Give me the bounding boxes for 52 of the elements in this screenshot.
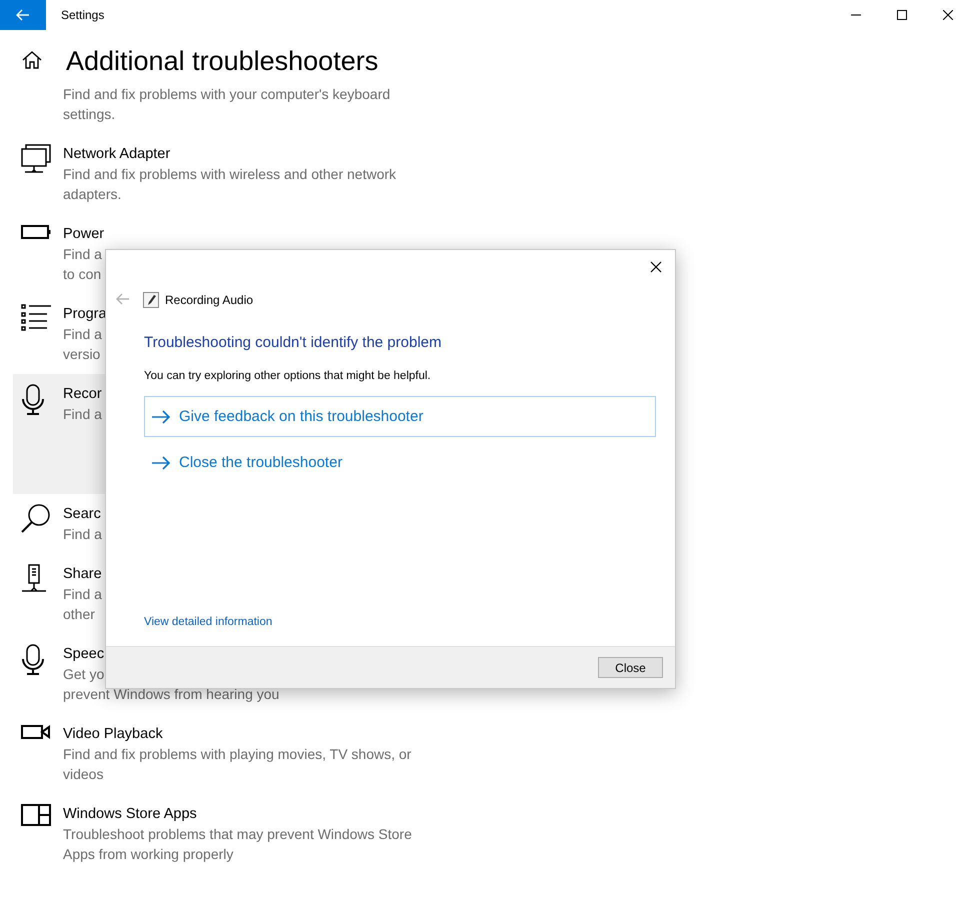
troubleshooter-title[interactable]: Video Playback [63,724,412,744]
troubleshooter-title[interactable]: Recor [63,384,102,404]
network-computers-icon [21,144,51,174]
battery-icon [21,224,51,240]
troubleshooter-description: adapters. [63,185,122,204]
dialog-title: Recording Audio [165,293,254,307]
back-arrow-icon [116,293,130,305]
window-title: Settings [61,8,106,22]
dialog-message: You can try exploring other options that might be helpful. [144,370,432,382]
troubleshooter-title[interactable]: Network Adapter [63,144,396,164]
troubleshooter-title[interactable]: Progra [63,304,107,324]
list-icon [21,304,51,332]
arrow-right-icon [151,456,171,470]
microphone-icon [21,384,45,416]
maximize-icon [897,10,907,20]
option-link[interactable]: Give feedback on this troubleshooter [144,396,656,437]
troubleshooter-title[interactable]: Windows Store Apps [63,804,412,824]
search-icon [21,504,51,534]
troubleshooter-title[interactable]: Searc [63,504,102,524]
close-icon [650,261,662,273]
troubleshooter-description: Troubleshoot problems that may prevent Windows Store [63,825,412,844]
microphone-icon [21,644,45,676]
troubleshooter-description: other [63,605,96,624]
troubleshooter-description: videos [63,765,104,784]
troubleshooter-title[interactable]: Share [63,564,102,584]
page-title: Additional troubleshooters [66,46,378,76]
troubleshooter-description: Find a [63,245,103,264]
home-icon [22,50,42,70]
back-arrow-icon [16,9,30,21]
arrow-right-icon [151,410,171,424]
troubleshooter-description: Find a [63,525,102,544]
app-window-icon [21,804,51,826]
pen-document-icon [143,292,159,308]
troubleshooter-description: Apps from working properly [63,845,234,864]
details-link[interactable]: View detailed information [144,616,272,628]
server-tower-icon [21,564,47,594]
troubleshooter-description: settings. [63,105,116,124]
troubleshooter-description: prevent Windows from hearing you [63,685,280,704]
close-icon [943,10,953,20]
video-camera-icon [21,724,51,740]
troubleshooter-description: Find a [63,325,103,344]
troubleshooter-description: Find a [63,405,102,424]
dialog-heading: Troubleshooting couldn't identify the problem [144,334,442,351]
troubleshooter-description: Get yo [63,665,106,684]
troubleshooter-title[interactable]: Power [63,224,104,244]
troubleshooter-description: versio [63,345,102,364]
troubleshooter-description: to con [63,265,102,284]
troubleshooter-description: Find and fix problems with playing movies, TV shows, or [63,745,412,764]
troubleshooter-description: Find a [63,585,102,604]
troubleshooter-description: Find and fix problems with wireless and other network [63,165,396,184]
close-dialog-button[interactable]: Close [598,657,663,678]
troubleshooter-description: Find and fix problems with your computer's keyboard [63,85,390,104]
